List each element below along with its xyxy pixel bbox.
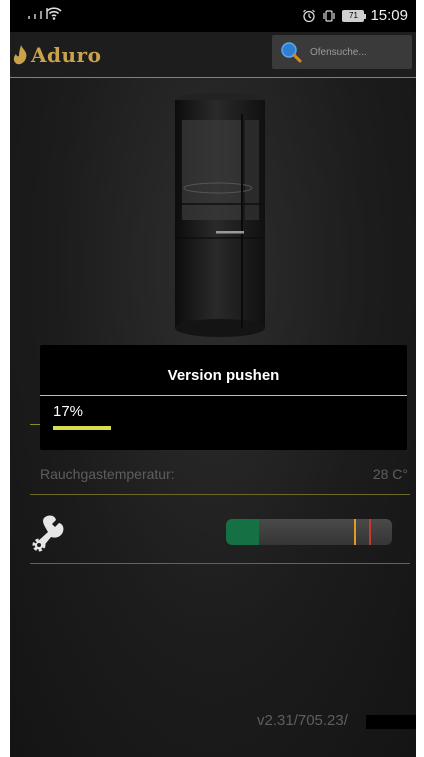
wifi-icon <box>46 7 62 20</box>
stove-image <box>175 93 265 337</box>
wrench-gear-icon[interactable] <box>30 512 70 554</box>
progress-bar <box>53 426 393 430</box>
alarm-icon <box>303 9 316 22</box>
status-time: 15:09 <box>370 7 408 24</box>
gauge-red-marker <box>368 519 371 545</box>
search-icon[interactable] <box>280 41 302 63</box>
redaction-block <box>366 715 416 729</box>
vibrate-icon <box>323 9 336 22</box>
status-bar: 71 15:09 <box>10 0 416 32</box>
gauge-green-segment <box>226 519 260 545</box>
progress-fill <box>53 426 111 430</box>
flue-temp-value: 28 C° <box>372 466 408 482</box>
dialog-divider <box>40 395 407 396</box>
gauge-orange-marker <box>353 519 356 545</box>
divider-line <box>30 563 410 564</box>
app-screen: 71 15:09 Aduro Ofensuche... Version push… <box>10 0 416 757</box>
search-input[interactable] <box>310 46 405 58</box>
stove-status-gauge <box>226 519 392 545</box>
push-version-dialog: Version pushen 17% <box>40 345 407 450</box>
signal-icon <box>28 8 48 19</box>
progress-percent: 17% <box>53 403 84 420</box>
divider-line <box>30 494 410 495</box>
dialog-title: Version pushen <box>167 367 280 384</box>
version-text: v2.31/705.23/ <box>257 712 348 729</box>
search-box[interactable] <box>272 35 412 69</box>
divider-line <box>30 424 40 425</box>
aduro-logo[interactable]: Aduro <box>12 43 101 67</box>
flue-temperature-row: Rauchgastemperatur: 28 C° <box>30 466 408 494</box>
battery-icon: 71 <box>342 9 367 22</box>
flue-temp-label: Rauchgastemperatur: <box>40 466 175 482</box>
flame-icon <box>13 45 27 65</box>
logo-text: Aduro <box>31 43 102 67</box>
app-header: Aduro <box>10 32 416 78</box>
